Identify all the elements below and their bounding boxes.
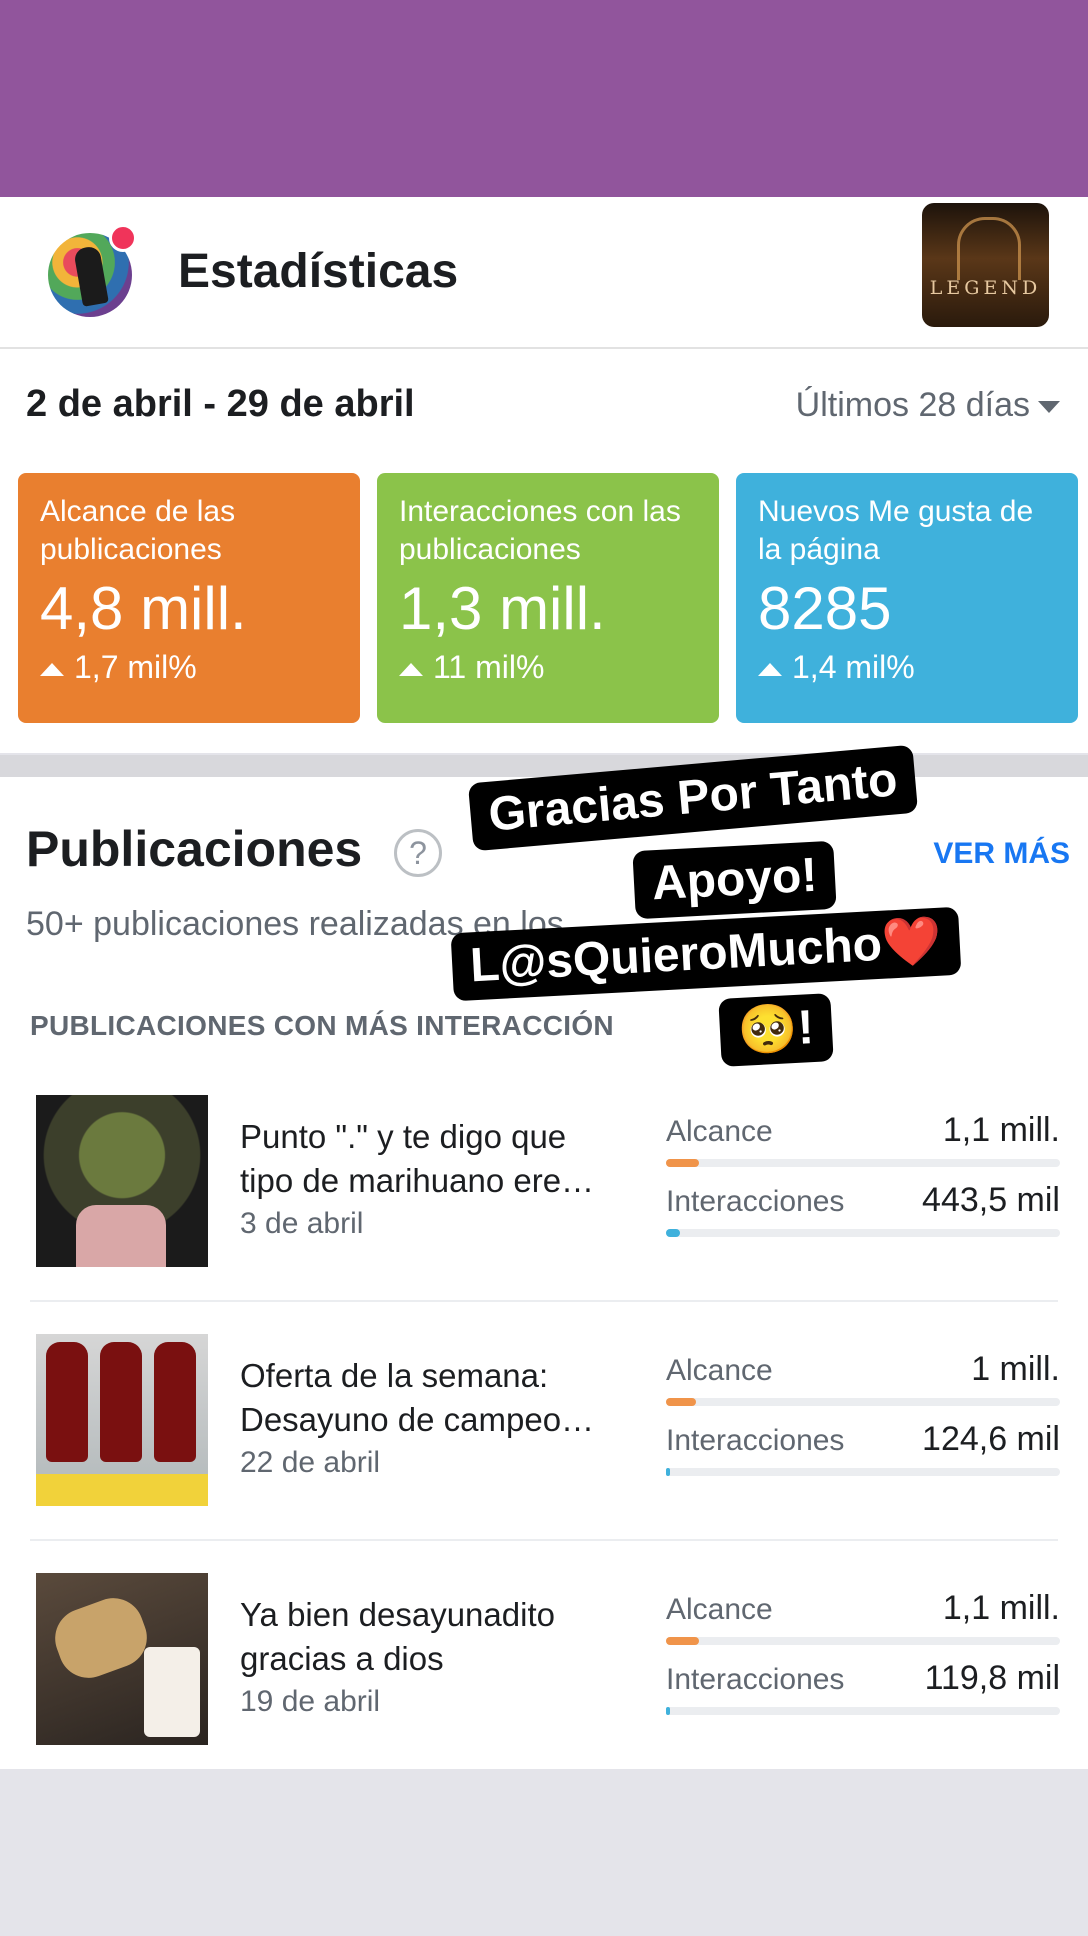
period-label: Últimos 28 días <box>795 386 1030 424</box>
post-date: 3 de abril <box>240 1207 364 1240</box>
stat-card-change: 11 mil% <box>433 649 545 685</box>
post-date: 19 de abril <box>240 1685 381 1718</box>
post-title: Oferta de la semana: Desayuno de campeo… <box>240 1357 595 1438</box>
metric-label: Interacciones <box>666 1185 845 1218</box>
post-thumbnail[interactable] <box>36 1095 208 1267</box>
stat-card-change: 1,4 mil% <box>792 649 915 685</box>
reach-bar <box>666 1398 1060 1406</box>
date-range: 2 de abril - 29 de abril <box>26 383 415 425</box>
up-arrow-icon <box>40 663 64 677</box>
metric-value: 1 mill. <box>971 1350 1060 1388</box>
stat-card-value: 4,8 mill. <box>40 575 247 642</box>
top-posts-header: PUBLICACIONES CON MÁS INTERACCIÓN <box>30 1010 614 1041</box>
reach-bar <box>666 1637 1060 1645</box>
interactions-bar <box>666 1468 1060 1476</box>
stat-card-reach[interactable]: Alcance de las publicaciones 4,8 mill. 1… <box>18 473 360 723</box>
post-title: Punto "." y te digo que tipo de marihuano… <box>240 1118 595 1199</box>
period-dropdown[interactable]: Últimos 28 días <box>796 386 1060 425</box>
publications-title: Publicaciones <box>26 821 363 877</box>
row-divider <box>30 1300 1058 1302</box>
post-thumbnail[interactable] <box>36 1334 208 1506</box>
stat-card-label: Nuevos Me gusta de la página <box>758 495 1034 566</box>
interactions-bar-fill <box>666 1707 670 1715</box>
empty-area <box>0 1769 1088 1936</box>
row-divider <box>30 1539 1058 1541</box>
reach-bar <box>666 1159 1060 1167</box>
post-thumbnail[interactable] <box>36 1573 208 1745</box>
post-row[interactable]: Oferta de la semana: Desayuno de campeo… … <box>0 1334 1088 1572</box>
metric-label: Alcance <box>666 1354 773 1387</box>
overlay-text-line: 🥺! <box>718 993 834 1067</box>
reach-bar-fill <box>666 1637 700 1645</box>
metric-label: Alcance <box>666 1593 773 1626</box>
metric-value: 1,1 mill. <box>942 1589 1060 1627</box>
interactions-bar <box>666 1707 1060 1715</box>
status-bar-area <box>0 0 1088 197</box>
up-arrow-icon <box>758 663 782 677</box>
interactions-bar-fill <box>666 1229 680 1237</box>
metric-value: 443,5 mil <box>922 1181 1060 1219</box>
stat-card-value: 1,3 mill. <box>399 575 606 642</box>
metric-label: Alcance <box>666 1115 773 1148</box>
caret-down-icon <box>1038 401 1060 414</box>
metric-value: 124,6 mil <box>922 1420 1060 1458</box>
interactions-bar <box>666 1229 1060 1237</box>
stat-card-label: Interacciones con las publicaciones <box>399 495 681 566</box>
post-title: Ya bien desayunadito gracias a dios <box>240 1596 555 1677</box>
stat-card-label: Alcance de las publicaciones <box>40 495 236 566</box>
page-title: Estadísticas <box>178 245 459 298</box>
reach-bar-fill <box>666 1398 696 1406</box>
notification-dot-icon <box>109 224 137 252</box>
overlay-text-line: Apoyo! <box>632 840 837 920</box>
help-icon[interactable]: ? <box>394 829 442 877</box>
metric-label: Interacciones <box>666 1424 845 1457</box>
metric-value: 119,8 mil <box>924 1659 1060 1697</box>
stat-card-change: 1,7 mil% <box>74 649 197 685</box>
stat-card-interactions[interactable]: Interacciones con las publicaciones 1,3 … <box>377 473 719 723</box>
see-more-link[interactable]: VER MÁS <box>933 837 1070 871</box>
section-divider <box>0 755 1088 777</box>
profile-thumbnail[interactable]: LEGEND <box>922 203 1049 327</box>
interactions-bar-fill <box>666 1468 670 1476</box>
post-date: 22 de abril <box>240 1446 381 1479</box>
stat-card-value: 8285 <box>758 575 892 642</box>
post-row[interactable]: Punto "." y te digo que tipo de marihuano… <box>0 1095 1088 1333</box>
reach-bar-fill <box>666 1159 700 1167</box>
metric-label: Interacciones <box>666 1663 845 1696</box>
metric-value: 1,1 mill. <box>942 1111 1060 1149</box>
up-arrow-icon <box>399 663 423 677</box>
stat-card-new-likes[interactable]: Nuevos Me gusta de la página 8285 1,4 mi… <box>736 473 1078 723</box>
thumbnail-logo-text: LEGEND <box>929 277 1042 299</box>
